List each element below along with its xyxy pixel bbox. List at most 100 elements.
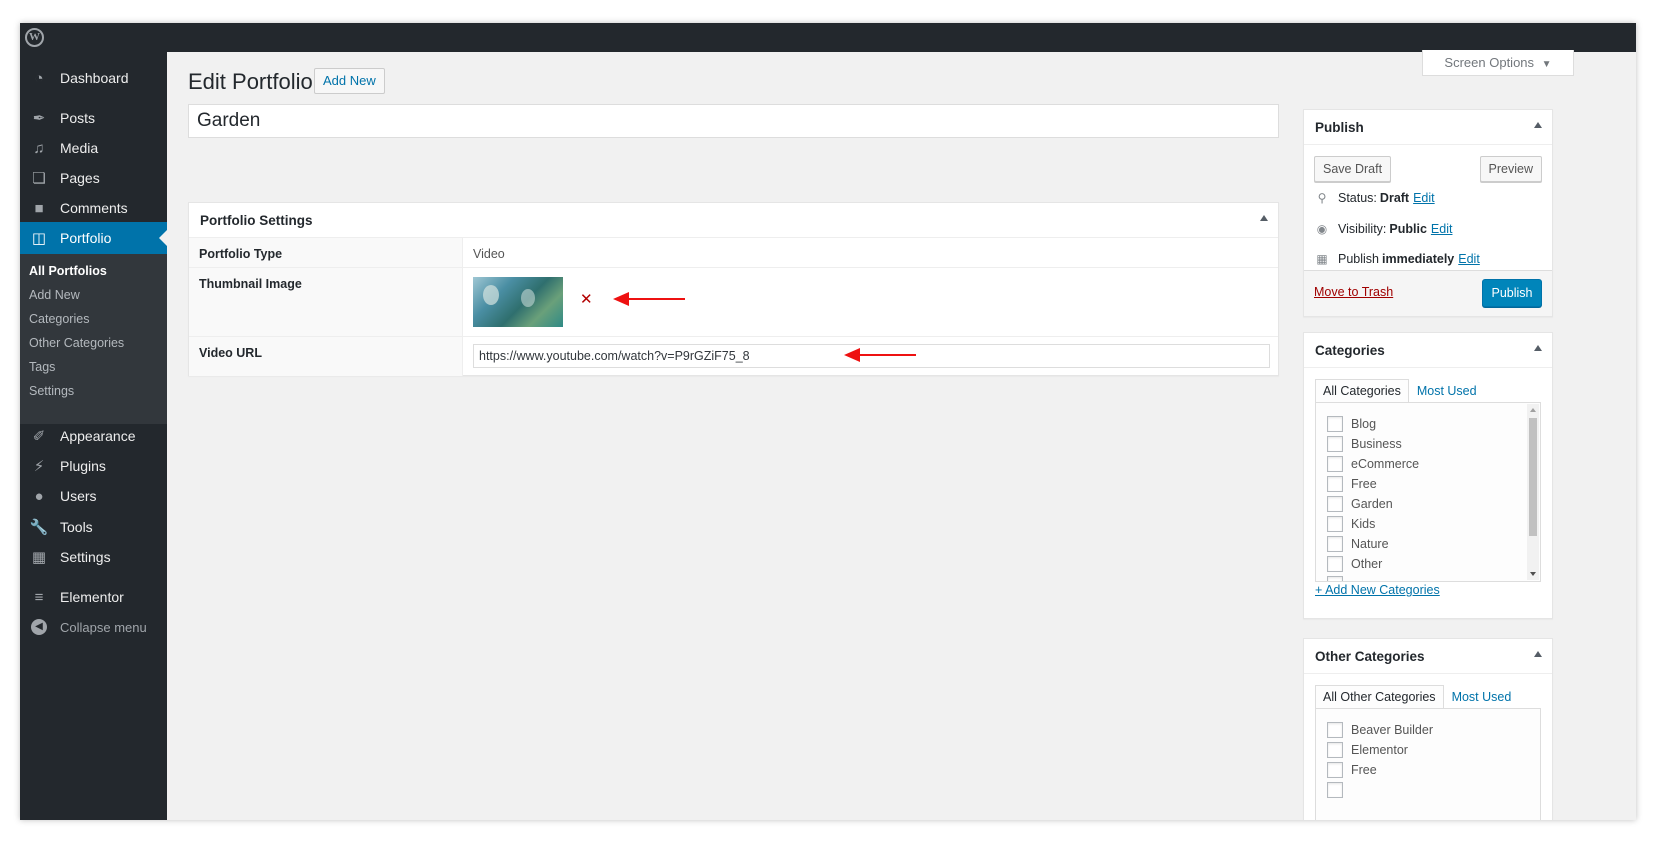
scroll-up-icon[interactable] xyxy=(1530,408,1536,412)
visibility-label: Visibility: xyxy=(1338,222,1387,236)
publish-button[interactable]: Publish xyxy=(1482,279,1542,307)
checkbox[interactable] xyxy=(1327,456,1343,472)
list-item: Blog xyxy=(1327,416,1376,432)
checkbox[interactable] xyxy=(1327,742,1343,758)
add-new-button[interactable]: Add New xyxy=(314,68,385,94)
visibility-row: ◉ Visibility: Public Edit xyxy=(1314,221,1453,237)
menu-plugins[interactable]: ⚡ Plugins xyxy=(20,450,167,482)
pin-icon: ⚲ xyxy=(1317,191,1327,205)
submenu-tags[interactable]: Tags xyxy=(29,360,55,374)
menu-users[interactable]: ● Users xyxy=(20,480,167,512)
folder-icon: ◫ xyxy=(31,230,47,247)
comment-icon: ■ xyxy=(34,199,44,217)
checkbox[interactable] xyxy=(1327,476,1343,492)
preview-button[interactable]: Preview xyxy=(1479,156,1542,182)
media-icon: ♫ xyxy=(33,139,45,157)
status-value: Draft xyxy=(1379,191,1410,205)
checkbox[interactable] xyxy=(1327,416,1343,432)
checkbox[interactable] xyxy=(1327,516,1343,532)
collapse-menu-button[interactable]: ◀ Collapse menu xyxy=(20,611,167,643)
menu-portfolio[interactable]: ◫ Portfolio xyxy=(20,222,167,254)
add-new-category-link[interactable]: + Add New Categories xyxy=(1315,583,1440,597)
category-label: Other xyxy=(1351,557,1383,571)
category-label: Garden xyxy=(1351,497,1393,511)
list-item: Garden xyxy=(1327,496,1393,512)
tab-most-used[interactable]: Most Used xyxy=(1409,379,1485,403)
list-item xyxy=(1327,782,1351,798)
post-title-input[interactable] xyxy=(188,104,1279,138)
submenu-categories[interactable]: Categories xyxy=(29,312,89,326)
checkbox[interactable] xyxy=(1327,722,1343,738)
menu-elementor[interactable]: ≡ Elementor xyxy=(20,581,167,613)
brush-icon: ✐ xyxy=(32,428,46,445)
postbox-header: Categories xyxy=(1304,333,1552,368)
checkbox[interactable] xyxy=(1327,536,1343,552)
publish-value: immediately xyxy=(1382,252,1455,266)
menu-label: Posts xyxy=(60,110,96,126)
portfolio-submenu: All Portfolios Add New Categories Other … xyxy=(20,254,167,424)
category-label: Blog xyxy=(1351,417,1377,431)
row-label: Thumbnail Image xyxy=(199,277,302,291)
other-category-checklist: Beaver Builder Elementor Free xyxy=(1315,708,1541,820)
collapse-toggle-icon[interactable] xyxy=(1534,345,1542,351)
scroll-down-icon[interactable] xyxy=(1530,572,1536,576)
menu-posts[interactable]: ✒ Posts xyxy=(20,102,167,134)
checkbox[interactable] xyxy=(1327,496,1343,512)
settings-icon: ▦ xyxy=(31,549,47,566)
submenu-settings[interactable]: Settings xyxy=(29,384,74,398)
menu-label: Appearance xyxy=(60,428,136,444)
scrollbar[interactable] xyxy=(1527,404,1539,580)
submenu-all-portfolios[interactable]: All Portfolios xyxy=(29,264,107,278)
checkbox[interactable] xyxy=(1327,576,1343,581)
tab-all-categories[interactable]: All Categories xyxy=(1315,379,1409,403)
video-url-input[interactable] xyxy=(473,344,1270,368)
category-label: Free xyxy=(1351,763,1377,777)
category-label: Free xyxy=(1351,477,1377,491)
menu-media[interactable]: ♫ Media xyxy=(20,132,167,164)
portfolio-type-value[interactable]: Video xyxy=(473,247,505,261)
tab-most-used[interactable]: Most Used xyxy=(1444,685,1520,709)
category-label: eCommerce xyxy=(1351,457,1420,471)
menu-label: Settings xyxy=(60,549,111,565)
menu-comments[interactable]: ■ Comments xyxy=(20,192,167,224)
edit-status-link[interactable]: Edit xyxy=(1413,191,1435,205)
menu-tools[interactable]: 🔧 Tools xyxy=(20,511,167,543)
postbox-title: Categories xyxy=(1315,343,1385,358)
edit-visibility-link[interactable]: Edit xyxy=(1431,222,1453,236)
row-label: Video URL xyxy=(199,346,262,360)
thumbnail-image[interactable] xyxy=(473,277,563,327)
menu-label: Media xyxy=(60,140,99,156)
move-to-trash-link[interactable]: Move to Trash xyxy=(1314,285,1393,299)
category-label: Kids xyxy=(1351,517,1376,531)
menu-appearance[interactable]: ✐ Appearance xyxy=(20,420,167,452)
submenu-add-new[interactable]: Add New xyxy=(29,288,80,302)
close-icon[interactable]: ✕ xyxy=(580,290,593,308)
checkbox[interactable] xyxy=(1327,782,1343,798)
status-row: ⚲ Status: Draft Edit xyxy=(1314,190,1435,206)
menu-settings[interactable]: ▦ Settings xyxy=(20,541,167,573)
scrollbar-thumb[interactable] xyxy=(1529,418,1537,536)
edit-schedule-link[interactable]: Edit xyxy=(1458,252,1480,266)
collapse-toggle-icon[interactable] xyxy=(1260,215,1268,221)
collapse-toggle-icon[interactable] xyxy=(1534,122,1542,128)
schedule-row: ▦ Publish immediately Edit xyxy=(1314,251,1480,267)
list-item xyxy=(1327,576,1351,581)
menu-label: Portfolio xyxy=(60,230,112,246)
list-item: Nature xyxy=(1327,536,1389,552)
wordpress-logo-icon[interactable]: W xyxy=(25,28,44,47)
menu-dashboard[interactable]: ◔ Dashboard xyxy=(20,62,167,94)
list-item: Beaver Builder xyxy=(1327,722,1433,738)
screen-options-button[interactable]: Screen Options ▼ xyxy=(1422,50,1574,76)
categories-box: Categories All Categories Most Used Blog… xyxy=(1303,332,1553,619)
checkbox[interactable] xyxy=(1327,436,1343,452)
row-label-cell: Portfolio Type xyxy=(189,238,463,267)
tab-all-other-categories[interactable]: All Other Categories xyxy=(1315,685,1444,709)
menu-pages[interactable]: ❏ Pages xyxy=(20,162,167,194)
save-draft-button[interactable]: Save Draft xyxy=(1314,156,1392,182)
checkbox[interactable] xyxy=(1327,556,1343,572)
checkbox[interactable] xyxy=(1327,762,1343,778)
submenu-other-categories[interactable]: Other Categories xyxy=(29,336,124,350)
collapse-toggle-icon[interactable] xyxy=(1534,651,1542,657)
dashboard-icon: ◔ xyxy=(34,69,44,87)
pin-icon: ✒ xyxy=(32,110,46,127)
